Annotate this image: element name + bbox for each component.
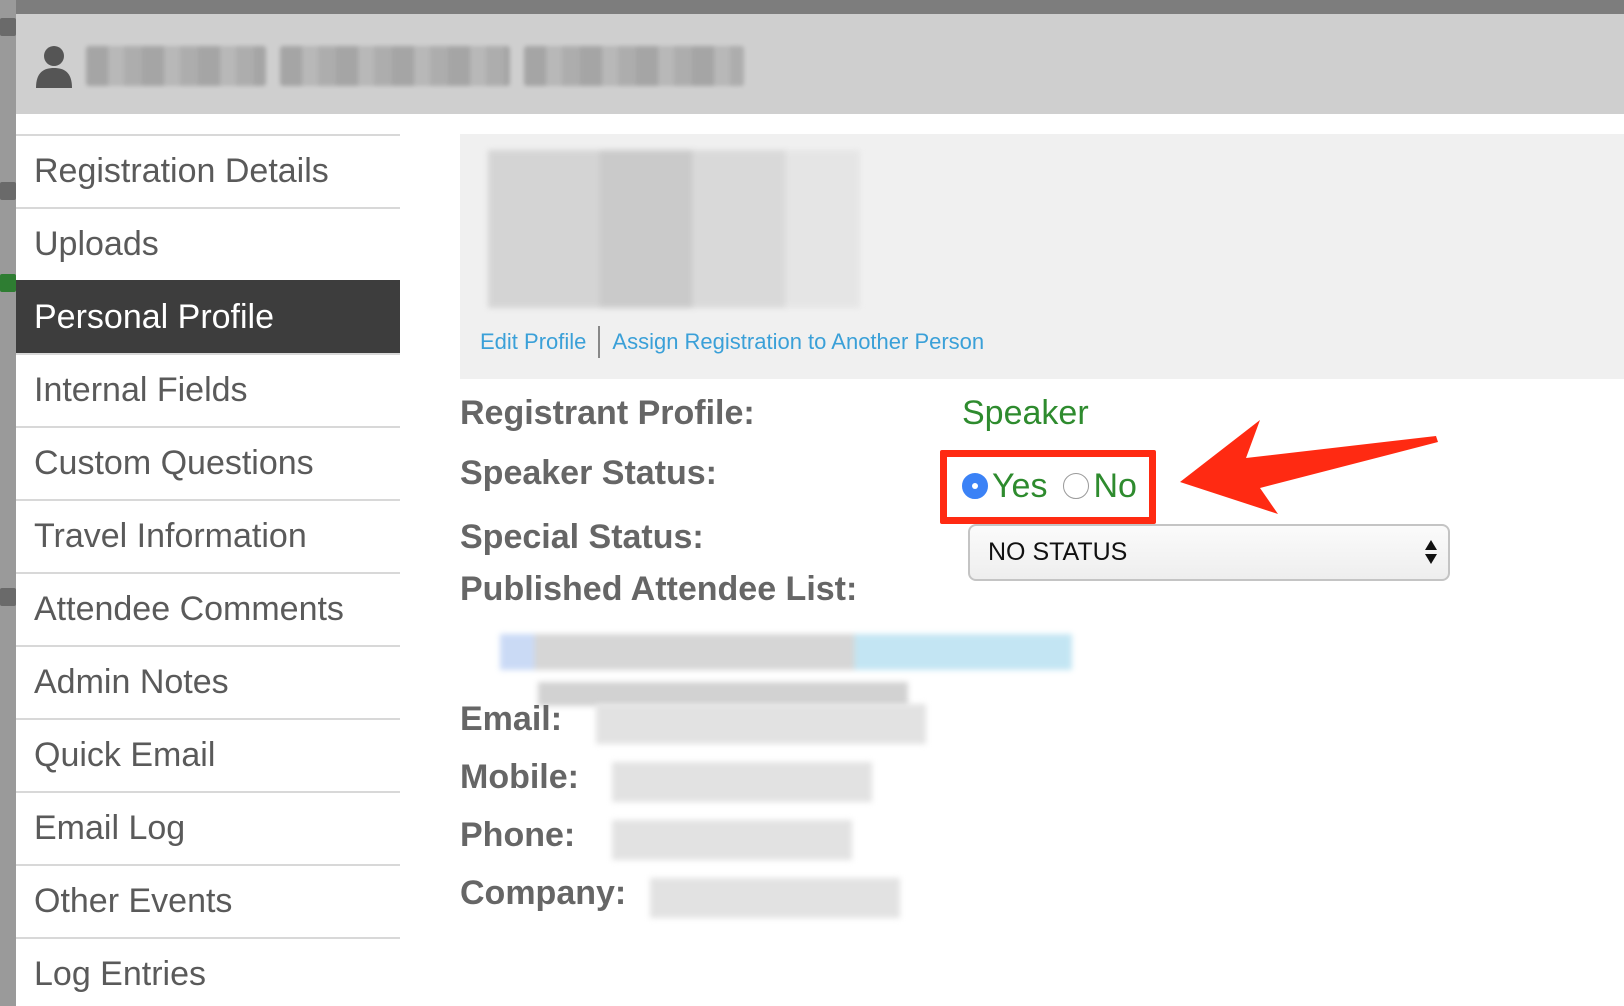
sidebar-item-label: Quick Email xyxy=(34,736,216,774)
sidebar-item-personal-profile[interactable]: Personal Profile xyxy=(16,280,400,353)
special-status-selected-value: NO STATUS xyxy=(988,538,1128,566)
sidebar-item-registration-details[interactable]: Registration Details xyxy=(16,134,400,207)
user-icon xyxy=(36,46,72,88)
profile-panel: Edit Profile Assign Registration to Anot… xyxy=(460,134,1624,379)
annotation-arrow-icon xyxy=(1180,420,1438,514)
speaker-status-radio-group: Yes No xyxy=(962,464,1153,508)
sidebar-item-internal-fields[interactable]: Internal Fields xyxy=(16,353,400,426)
speaker-status-yes-label[interactable]: Yes xyxy=(992,467,1047,506)
redacted-text xyxy=(86,46,266,86)
registrant-name-redacted xyxy=(86,36,786,96)
mobile-value-redacted xyxy=(612,762,872,802)
company-value-redacted xyxy=(650,878,900,918)
speaker-status-no-label[interactable]: No xyxy=(1093,467,1136,506)
backdrop-fragment xyxy=(0,588,16,606)
published-list-redacted xyxy=(500,634,1072,670)
email-value-redacted xyxy=(596,704,926,744)
modal-header xyxy=(16,14,1624,114)
backdrop-fragment xyxy=(0,18,16,36)
published-attendee-list-label: Published Attendee List: xyxy=(460,570,858,608)
profile-photo-redacted xyxy=(488,150,860,308)
sidebar-item-other-events[interactable]: Other Events xyxy=(16,864,400,937)
registrant-profile-label: Registrant Profile: xyxy=(460,394,755,432)
select-arrows-icon xyxy=(1425,540,1437,564)
sidebar-item-label: Other Events xyxy=(34,882,233,920)
sidebar-item-uploads[interactable]: Uploads xyxy=(16,207,400,280)
sidebar-item-email-log[interactable]: Email Log xyxy=(16,791,400,864)
published-list-redacted xyxy=(538,682,908,706)
backdrop-fragment xyxy=(0,274,16,292)
sidebar-item-label: Attendee Comments xyxy=(34,590,344,628)
speaker-status-yes-radio[interactable] xyxy=(962,473,988,499)
link-divider xyxy=(598,326,601,358)
email-label: Email: xyxy=(460,700,563,738)
assign-registration-link[interactable]: Assign Registration to Another Person xyxy=(612,329,984,355)
edit-profile-link[interactable]: Edit Profile xyxy=(480,329,586,355)
backdrop-page-edge xyxy=(0,0,16,1006)
sidebar-item-label: Internal Fields xyxy=(34,371,248,409)
sidebar-item-custom-questions[interactable]: Custom Questions xyxy=(16,426,400,499)
redacted-text xyxy=(280,46,510,86)
sidebar-item-quick-email[interactable]: Quick Email xyxy=(16,718,400,791)
registration-modal: Registration Details Uploads Personal Pr… xyxy=(16,14,1624,1006)
sidebar-item-label: Registration Details xyxy=(34,152,329,190)
phone-label: Phone: xyxy=(460,816,576,854)
special-status-label: Special Status: xyxy=(460,518,704,556)
sidebar-item-label: Uploads xyxy=(34,225,159,263)
backdrop-fragment xyxy=(0,182,16,200)
company-label: Company: xyxy=(460,874,627,912)
special-status-select[interactable]: NO STATUS xyxy=(968,524,1450,581)
sidebar-item-label: Log Entries xyxy=(34,955,206,993)
redacted-text xyxy=(524,46,744,86)
sidebar-item-attendee-comments[interactable]: Attendee Comments xyxy=(16,572,400,645)
sidebar-item-label: Email Log xyxy=(34,809,186,847)
phone-value-redacted xyxy=(612,820,852,860)
registrant-profile-value: Speaker xyxy=(962,394,1089,432)
sidebar-item-admin-notes[interactable]: Admin Notes xyxy=(16,645,400,718)
sidebar-nav: Registration Details Uploads Personal Pr… xyxy=(16,134,400,1006)
sidebar-item-travel-information[interactable]: Travel Information xyxy=(16,499,400,572)
profile-content: Edit Profile Assign Registration to Anot… xyxy=(460,134,1624,1006)
mobile-label: Mobile: xyxy=(460,758,579,796)
speaker-status-no-radio[interactable] xyxy=(1063,473,1090,499)
sidebar-item-log-entries[interactable]: Log Entries xyxy=(16,937,400,1006)
profile-links: Edit Profile Assign Registration to Anot… xyxy=(480,324,984,360)
sidebar-item-label: Admin Notes xyxy=(34,663,229,701)
sidebar-item-label: Custom Questions xyxy=(34,444,314,482)
sidebar-item-label: Travel Information xyxy=(34,517,307,555)
sidebar-item-label: Personal Profile xyxy=(34,298,275,336)
speaker-status-label: Speaker Status: xyxy=(460,454,717,492)
